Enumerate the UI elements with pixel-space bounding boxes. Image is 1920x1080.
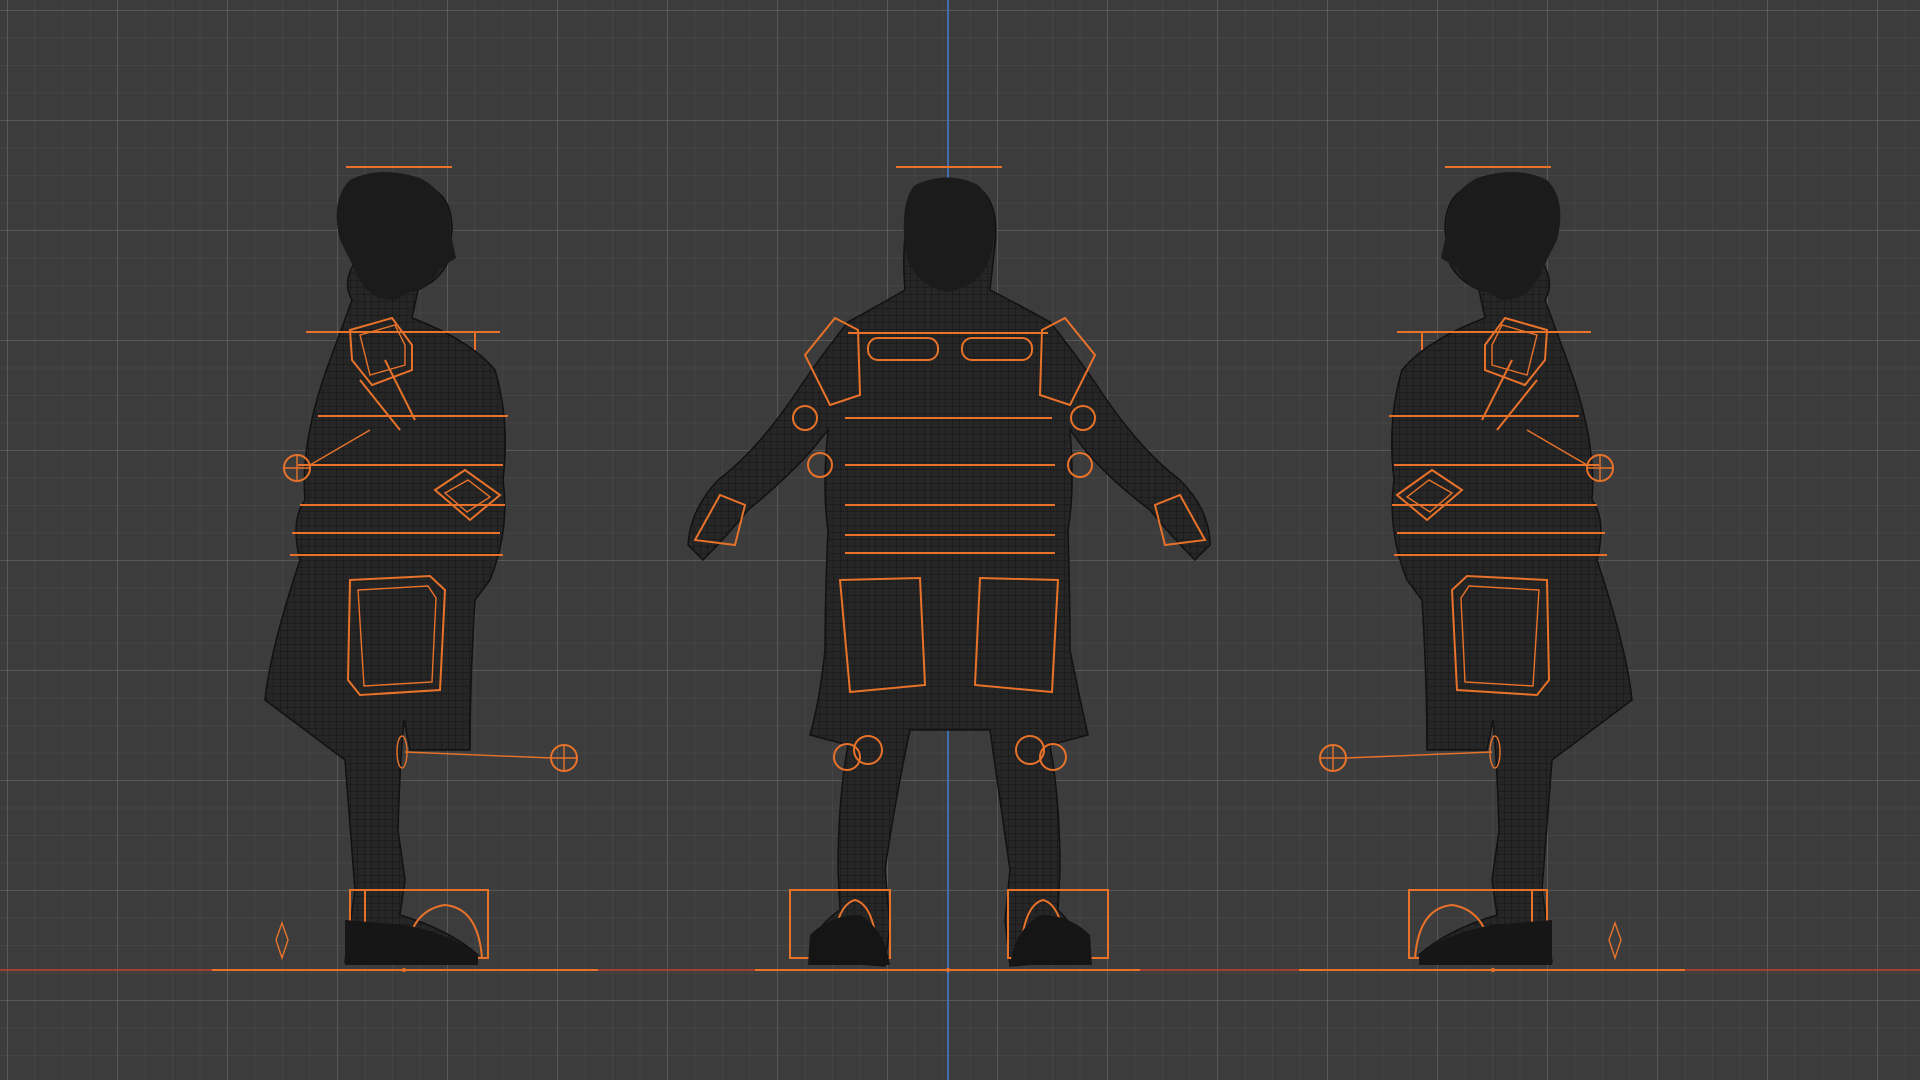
viewport-canvas[interactable] xyxy=(0,0,1920,1080)
root-diamond-marker[interactable] xyxy=(1608,920,1622,961)
character-front-view[interactable] xyxy=(687,166,1211,971)
character-mesh xyxy=(687,179,1211,967)
origin-point xyxy=(1491,968,1495,972)
3d-viewport[interactable] xyxy=(0,0,1920,1080)
character-side-view-left[interactable] xyxy=(212,166,598,971)
shoe-mesh xyxy=(345,920,478,965)
origin-point xyxy=(402,968,406,972)
origin-point xyxy=(946,968,950,972)
shoe-mesh xyxy=(1419,920,1552,965)
root-diamond-marker[interactable] xyxy=(275,920,289,961)
character-side-view-right[interactable] xyxy=(1299,166,1685,971)
